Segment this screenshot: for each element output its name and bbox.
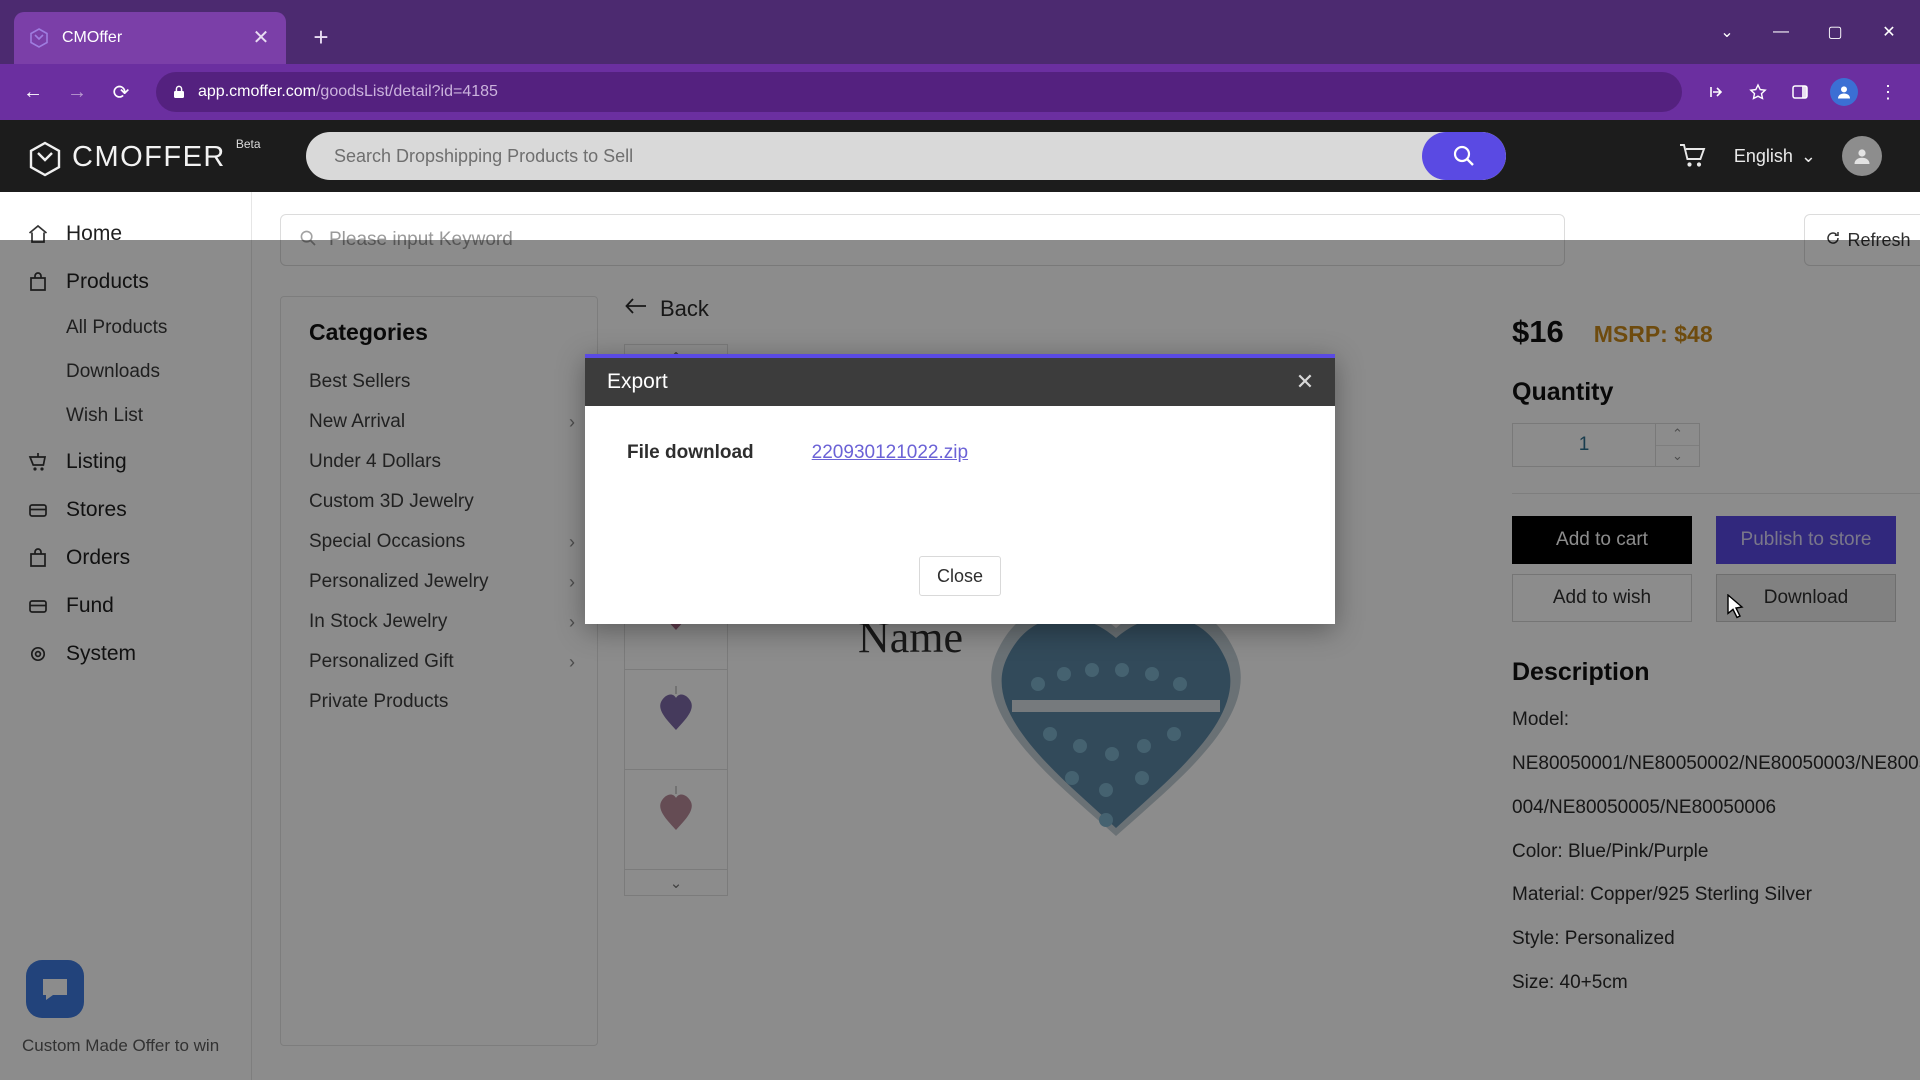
lock-icon bbox=[172, 84, 186, 100]
beta-badge: Beta bbox=[235, 137, 261, 151]
language-label: English bbox=[1733, 145, 1793, 166]
url-path: /goodsList/detail?id=4185 bbox=[315, 83, 498, 100]
minimize-button[interactable]: — bbox=[1758, 14, 1804, 50]
star-icon[interactable] bbox=[1740, 74, 1776, 110]
url-host: app.cmoffer.com bbox=[198, 83, 316, 100]
close-button[interactable]: Close bbox=[919, 556, 1001, 596]
search-input[interactable] bbox=[306, 145, 1422, 167]
file-download-label: File download bbox=[627, 442, 754, 463]
global-search[interactable] bbox=[306, 132, 1506, 180]
close-icon[interactable]: ✕ bbox=[250, 28, 272, 48]
cmoffer-logo-icon bbox=[28, 141, 62, 177]
share-icon[interactable] bbox=[1698, 74, 1734, 110]
kebab-menu-icon[interactable]: ⋮ bbox=[1870, 74, 1906, 110]
browser-tab-strip: CMOffer ✕ + ⌄ — ▢ ✕ bbox=[0, 0, 1920, 64]
file-download-link[interactable]: 220930121022.zip bbox=[812, 442, 968, 464]
modal-footer: Close bbox=[585, 556, 1335, 624]
app-logo[interactable]: CMOFFER Beta bbox=[28, 135, 264, 177]
header-actions: English ⌄ bbox=[1678, 136, 1892, 176]
close-icon[interactable]: ✕ bbox=[1291, 369, 1319, 395]
export-modal: Export ✕ File download 220930121022.zip … bbox=[585, 354, 1335, 624]
browser-tab-title: CMOffer bbox=[62, 29, 123, 46]
mouse-cursor bbox=[1726, 593, 1746, 627]
close-window-button[interactable]: ✕ bbox=[1866, 14, 1912, 50]
cmoffer-favicon-icon bbox=[28, 27, 50, 49]
browser-tab[interactable]: CMOffer ✕ bbox=[14, 12, 286, 64]
chevron-down-icon: ⌄ bbox=[1800, 145, 1816, 166]
shopping-cart-icon[interactable] bbox=[1678, 142, 1708, 170]
browser-profile-avatar[interactable] bbox=[1830, 78, 1858, 106]
side-panel-icon[interactable] bbox=[1782, 74, 1818, 110]
reload-button[interactable]: ⟳ bbox=[102, 73, 140, 111]
modal-title: Export bbox=[607, 370, 668, 393]
back-button[interactable]: ← bbox=[14, 73, 52, 111]
language-selector[interactable]: English ⌄ bbox=[1734, 146, 1816, 167]
browser-toolbar: ← → ⟳ app.cmoffer.com/goodsList/detail?i… bbox=[0, 64, 1920, 120]
avatar[interactable] bbox=[1842, 136, 1882, 176]
app-logo-text: CMOFFER bbox=[72, 141, 226, 173]
search-icon[interactable] bbox=[1422, 132, 1506, 180]
modal-header: Export ✕ bbox=[585, 358, 1335, 406]
file-download-row: File download 220930121022.zip bbox=[627, 442, 1293, 464]
chevron-down-icon[interactable]: ⌄ bbox=[1704, 14, 1750, 50]
address-bar[interactable]: app.cmoffer.com/goodsList/detail?id=4185 bbox=[156, 72, 1682, 112]
window-controls: ⌄ — ▢ ✕ bbox=[1704, 14, 1912, 50]
address-bar-url: app.cmoffer.com/goodsList/detail?id=4185 bbox=[198, 83, 498, 101]
modal-body: File download 220930121022.zip bbox=[585, 406, 1335, 556]
new-tab-button[interactable]: + bbox=[306, 24, 336, 50]
app-header: CMOFFER Beta English ⌄ bbox=[0, 120, 1920, 192]
maximize-button[interactable]: ▢ bbox=[1812, 14, 1858, 50]
forward-button[interactable]: → bbox=[58, 73, 96, 111]
